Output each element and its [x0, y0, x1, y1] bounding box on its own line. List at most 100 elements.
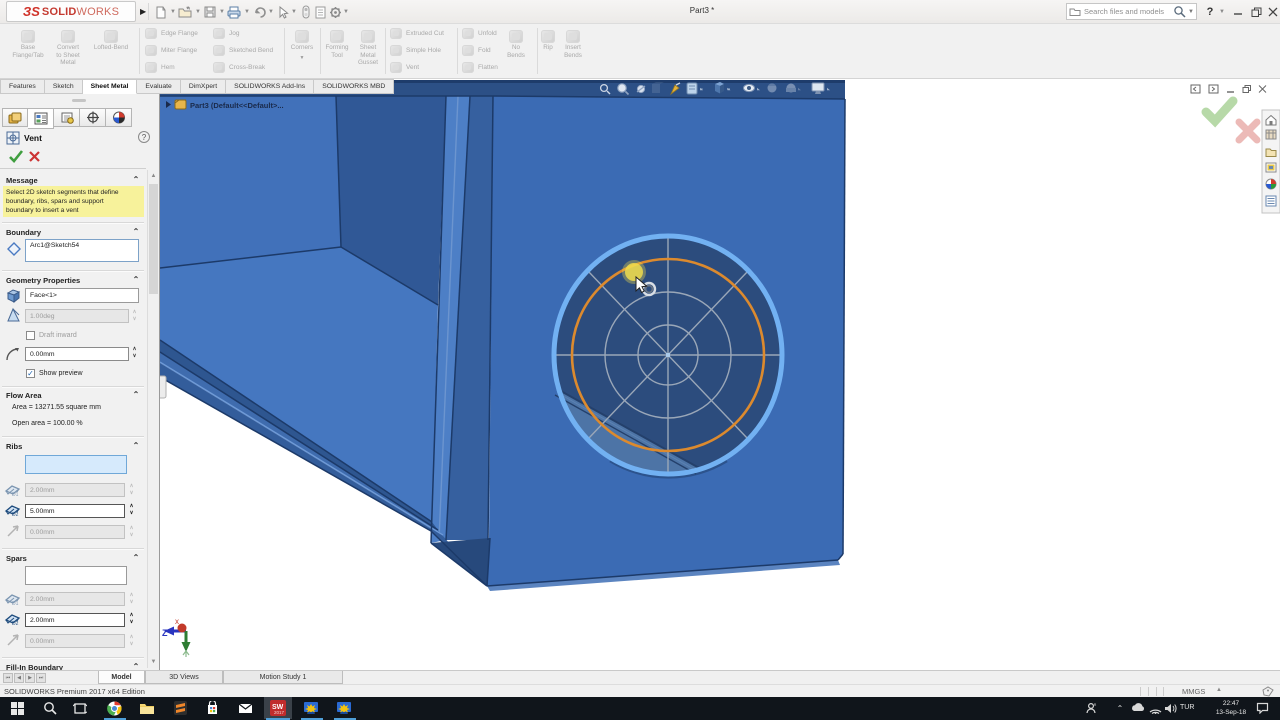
flow-area-collapse-icon[interactable]: ⌃	[131, 391, 141, 399]
vent-center-point[interactable]	[666, 353, 670, 357]
boundary-collapse-icon[interactable]: ⌃	[131, 228, 141, 236]
spars-collapse-icon[interactable]: ⌃	[131, 554, 141, 562]
feature-tree-label[interactable]: Part3 (Default<<Default>...	[190, 101, 284, 110]
pm-scroll-thumb[interactable]	[149, 184, 158, 294]
message-collapse-icon[interactable]: ⌃	[131, 176, 141, 184]
vent-sketch[interactable]	[554, 236, 782, 477]
chrome-icon[interactable]	[102, 698, 126, 718]
options-dropdown-icon[interactable]: ▼	[343, 9, 349, 15]
corner-radius-input[interactable]: 0.00mm	[25, 347, 129, 361]
boundary-listbox[interactable]: Arc1@Sketch54	[25, 239, 139, 262]
save-dropdown-icon[interactable]: ▼	[219, 9, 225, 15]
taskpane-design-library-icon[interactable]	[1266, 130, 1276, 139]
panel-splitter-dot[interactable]	[72, 99, 86, 102]
radius-spinner[interactable]: ∧∨	[130, 346, 139, 360]
base-flange-button[interactable]: BaseFlange/Tab	[6, 30, 50, 59]
restore-button[interactable]	[1248, 4, 1264, 20]
unit-system[interactable]: MMGS	[1182, 687, 1205, 696]
pm-scroll-up-icon[interactable]: ▲	[148, 170, 159, 182]
search-magnifier-icon[interactable]	[1173, 5, 1186, 18]
spars-offset-input[interactable]: 0.00mm	[25, 634, 125, 648]
jog-button[interactable]: Jog	[213, 28, 239, 39]
ribs-depth-spinner[interactable]: ∧∨	[127, 483, 136, 497]
minimize-button[interactable]	[1230, 4, 1246, 20]
tab-3d-views[interactable]: 3D Views	[145, 671, 223, 684]
people-icon[interactable]: ᴿ	[1080, 698, 1104, 718]
pm-scroll-down-icon[interactable]: ▼	[148, 656, 159, 668]
close-button[interactable]	[1265, 4, 1280, 20]
graphics-viewport[interactable]: Part3 (Default<<Default>...	[160, 79, 1280, 670]
solidworks-taskbar-icon[interactable]: SW2017	[266, 698, 290, 718]
geometry-collapse-icon[interactable]: ⌃	[131, 276, 141, 284]
taskpane-custom-properties-icon[interactable]	[1266, 196, 1276, 206]
panel-splitter-grip[interactable]	[160, 376, 166, 398]
tab-features[interactable]: Features	[0, 79, 45, 94]
face-input[interactable]: Face<1>	[25, 288, 139, 303]
geometry-section-header[interactable]: Geometry Properties	[6, 276, 80, 285]
propertymanager-tab[interactable]	[28, 108, 54, 129]
spars-depth-input[interactable]: 2.00mm	[25, 592, 125, 606]
ms-store-icon[interactable]	[200, 698, 224, 718]
new-document-icon[interactable]	[153, 4, 169, 20]
pm-help-icon[interactable]: ?	[138, 131, 150, 143]
select-dropdown-icon[interactable]: ▼	[291, 9, 297, 15]
ribs-offset-input[interactable]: 0.00mm	[25, 525, 125, 539]
taskbar-search-icon[interactable]	[38, 698, 62, 718]
pm-ok-button[interactable]	[8, 149, 24, 163]
tab-nav-first-icon[interactable]: ⏮	[3, 673, 13, 683]
draft-spinner[interactable]: ∧∨	[130, 309, 139, 323]
vent-button[interactable]: Vent	[390, 62, 419, 73]
message-section-header[interactable]: Message	[6, 176, 38, 185]
spars-section-header[interactable]: Spars	[6, 554, 27, 563]
edit-appearance-icon[interactable]	[768, 84, 777, 93]
rip-button[interactable]: Rip	[536, 30, 560, 52]
action-center-icon[interactable]	[1250, 698, 1274, 718]
draft-inward-checkbox[interactable]	[26, 331, 35, 340]
ribs-selection-box[interactable]	[25, 455, 127, 474]
tab-sheet-metal[interactable]: Sheet Metal	[83, 79, 138, 94]
print-dropdown-icon[interactable]: ▼	[244, 9, 250, 15]
tab-nav-last-icon[interactable]: ⏭	[36, 673, 46, 683]
unfold-button[interactable]: Unfold	[462, 28, 497, 39]
undo-icon[interactable]	[251, 4, 267, 20]
spars-width-spinner[interactable]: ∧∨	[127, 612, 136, 626]
featuremanager-tab[interactable]	[2, 108, 28, 127]
edge-flange-button[interactable]: Edge Flange	[145, 28, 198, 39]
sheet-metal-gusset-button[interactable]: SheetMetalGusset	[352, 30, 384, 67]
tab-dimxpert[interactable]: DimXpert	[181, 79, 226, 94]
ribs-width-spinner[interactable]: ∧∨	[127, 503, 136, 517]
language-indicator[interactable]: TUR	[1180, 704, 1194, 711]
no-bends-button[interactable]: NoBends	[500, 30, 532, 59]
tab-nav-next-icon[interactable]: ▶	[25, 673, 35, 683]
flatten-button[interactable]: Flatten	[462, 62, 498, 73]
pm-scrollbar[interactable]: ▲ ▼	[147, 170, 159, 668]
dimxpertmanager-tab[interactable]	[80, 108, 106, 127]
lofted-bend-button[interactable]: Lofted-Bend	[86, 30, 136, 52]
pane-right-icon[interactable]	[1209, 85, 1218, 93]
corners-button[interactable]: Corners ▼	[285, 30, 319, 62]
open-dropdown-icon[interactable]: ▼	[195, 9, 201, 15]
tab-solidworks-mbd[interactable]: SOLIDWORKS MBD	[314, 79, 394, 94]
cross-break-button[interactable]: Cross-Break	[213, 62, 265, 73]
insert-bends-button[interactable]: InsertBends	[558, 30, 588, 59]
help-button[interactable]: ?	[1202, 4, 1218, 20]
spars-selection-box[interactable]	[25, 566, 127, 585]
media-app-2-icon[interactable]	[332, 698, 356, 718]
unit-dropdown-icon[interactable]: ▲	[1216, 687, 1222, 693]
forming-tool-button[interactable]: FormingTool	[320, 30, 354, 59]
file-properties-icon[interactable]	[312, 4, 328, 20]
tab-evaluate[interactable]: Evaluate	[137, 79, 180, 94]
volume-icon[interactable]	[1158, 698, 1182, 718]
tag-icon[interactable]	[1262, 686, 1274, 697]
configurationmanager-tab[interactable]	[54, 108, 80, 127]
file-explorer-icon[interactable]	[135, 698, 159, 718]
media-app-icon[interactable]	[299, 698, 323, 718]
save-icon[interactable]	[202, 4, 218, 20]
boundary-section-header[interactable]: Boundary	[6, 228, 41, 237]
spars-depth-spinner[interactable]: ∧∨	[127, 592, 136, 606]
extruded-cut-button[interactable]: Extruded Cut	[390, 28, 444, 39]
sublime-icon[interactable]	[168, 698, 192, 718]
new-dropdown-icon[interactable]: ▼	[170, 9, 176, 15]
open-document-icon[interactable]	[177, 4, 193, 20]
previous-view-icon[interactable]	[637, 85, 645, 92]
